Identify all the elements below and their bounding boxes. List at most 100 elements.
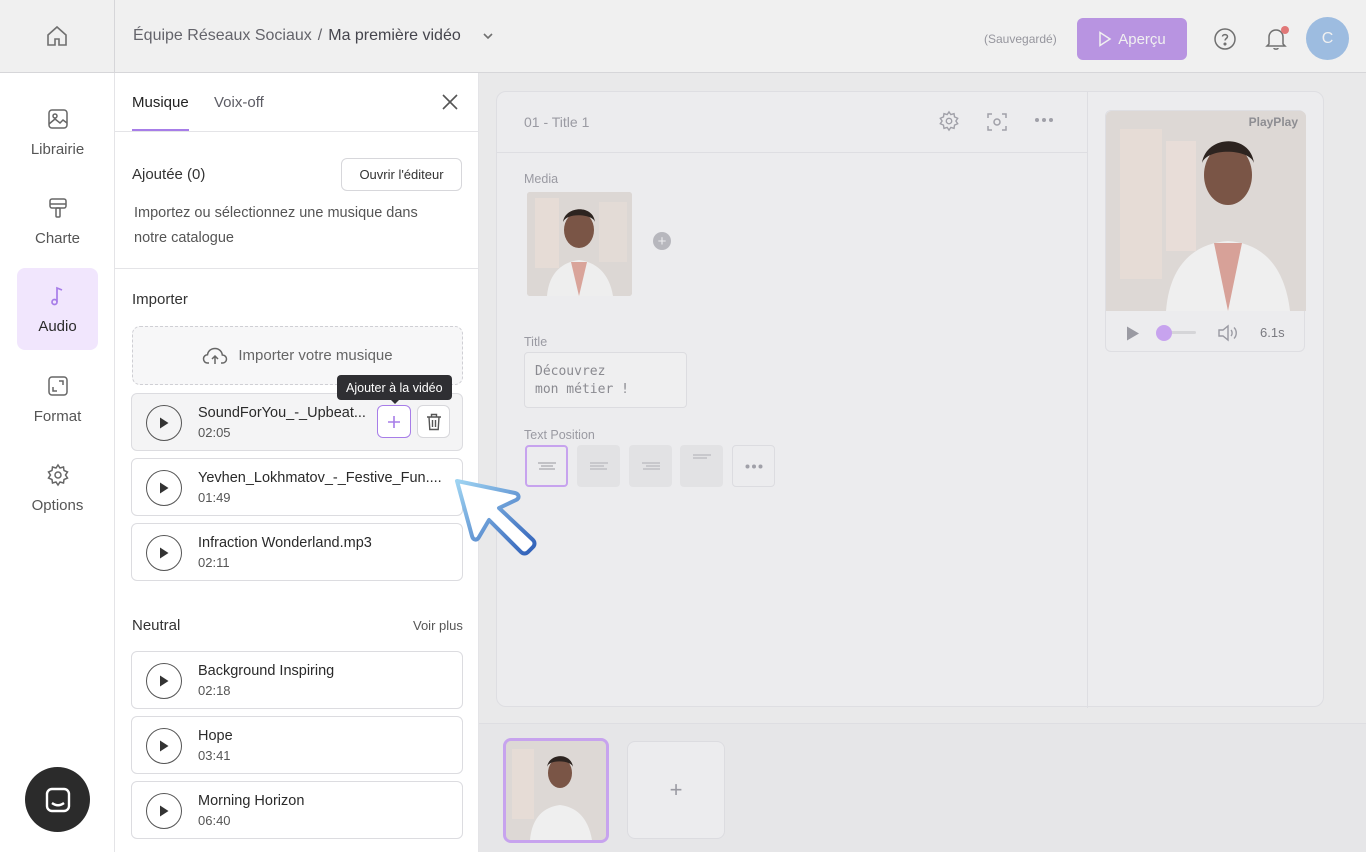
- imported-track[interactable]: Infraction Wonderland.mp3 02:11: [131, 523, 463, 581]
- rail-item-options[interactable]: Options: [17, 447, 98, 529]
- chat-icon: [45, 787, 70, 812]
- rail-item-charte[interactable]: Charte: [17, 180, 98, 262]
- preview-label: Aperçu: [1118, 30, 1166, 48]
- rail-label: Audio: [38, 317, 77, 335]
- track-name: Background Inspiring: [198, 663, 335, 679]
- text-position-top[interactable]: [680, 445, 723, 487]
- imported-track[interactable]: SoundForYou_-_Upbeat... 02:05: [131, 393, 463, 451]
- align-center-icon: [537, 462, 556, 470]
- rail-label: Charte: [34, 229, 81, 247]
- add-media-button[interactable]: +: [653, 232, 671, 250]
- play-icon: [160, 417, 169, 429]
- scene-editor: 01 - Title 1 Media + Title Découvrez mon…: [479, 73, 1366, 852]
- pointer-cursor-icon: [455, 479, 537, 556]
- scene-thumbnail[interactable]: [503, 738, 609, 843]
- swap-layout-icon[interactable]: [985, 110, 1009, 134]
- tab-musique[interactable]: Musique: [132, 94, 189, 111]
- rail-label: Librairie: [30, 140, 85, 158]
- media-label: Media: [524, 172, 559, 186]
- align-right-icon: [641, 462, 660, 470]
- tooltip-add-to-video: Ajouter à la vidéo: [337, 375, 452, 400]
- play-button[interactable]: [146, 405, 182, 441]
- play-icon: [160, 675, 169, 687]
- rail-item-librairie[interactable]: Librairie: [17, 91, 98, 173]
- rail-label: Options: [31, 496, 84, 514]
- person-photo-icon: [527, 192, 632, 296]
- text-position-more[interactable]: [732, 445, 775, 487]
- divider: [1087, 92, 1088, 708]
- play-icon: [160, 805, 169, 817]
- play-button[interactable]: [146, 663, 182, 699]
- play-button[interactable]: [146, 535, 182, 571]
- panel-tabs: Musique Voix-off: [115, 73, 478, 132]
- rail-item-audio[interactable]: Audio: [17, 268, 98, 350]
- video-duration: 6.1s: [1260, 325, 1285, 340]
- support-chat-button[interactable]: [25, 767, 90, 832]
- catalog-track[interactable]: Hope 03:41: [131, 716, 463, 774]
- preview-button[interactable]: Aperçu: [1077, 18, 1187, 60]
- scene-title[interactable]: 01 - Title 1: [524, 114, 589, 130]
- media-thumbnail[interactable]: [527, 192, 632, 296]
- align-top-icon: [692, 454, 711, 459]
- trash-icon: [426, 413, 441, 430]
- notification-dot: [1281, 26, 1289, 34]
- track-duration: 02:05: [198, 425, 231, 440]
- divider: [115, 268, 478, 269]
- delete-track-button[interactable]: [417, 405, 450, 438]
- save-status: (Sauvegardé): [984, 32, 1057, 46]
- play-icon: [160, 482, 169, 494]
- play-icon[interactable]: [1126, 326, 1140, 341]
- breadcrumb[interactable]: Équipe Réseaux Sociaux / Ma première vid…: [133, 27, 495, 45]
- home-button[interactable]: [0, 0, 115, 73]
- title-field-label: Title: [524, 335, 548, 349]
- image-icon: [47, 108, 68, 129]
- help-icon[interactable]: [1213, 27, 1237, 51]
- breadcrumb-separator: /: [317, 27, 323, 44]
- track-name: SoundForYou_-_Upbeat...: [198, 405, 366, 421]
- text-position-left[interactable]: [577, 445, 620, 487]
- track-duration: 02:11: [198, 555, 230, 570]
- track-name: Hope: [198, 728, 233, 744]
- preview-frame: PlayPlay: [1106, 111, 1306, 311]
- volume-icon[interactable]: [1217, 324, 1239, 342]
- tab-voix-off[interactable]: Voix-off: [214, 94, 264, 111]
- added-section-title: Ajoutée (0): [132, 166, 206, 183]
- catalog-track[interactable]: Morning Horizon 06:40: [131, 781, 463, 839]
- align-left-icon: [589, 462, 608, 470]
- play-button[interactable]: [146, 793, 182, 829]
- catalog-track[interactable]: Background Inspiring 02:18: [131, 651, 463, 709]
- resize-icon: [47, 375, 68, 396]
- imported-track[interactable]: Yevhen_Lokhmatov_-_Festive_Fun.... 01:49: [131, 458, 463, 516]
- chevron-down-icon[interactable]: [481, 29, 495, 43]
- track-name: Yevhen_Lokhmatov_-_Festive_Fun....: [198, 470, 442, 486]
- add-to-video-button[interactable]: [377, 405, 411, 438]
- track-duration: 02:18: [198, 683, 231, 698]
- tooltip-arrow: [390, 399, 400, 404]
- divider: [497, 152, 1087, 153]
- gear-icon[interactable]: [938, 110, 960, 132]
- home-icon: [47, 25, 67, 46]
- scene-timeline: +: [479, 723, 1366, 852]
- plus-icon: [388, 415, 400, 428]
- play-button[interactable]: [146, 728, 182, 764]
- breadcrumb-video-title[interactable]: Ma première vidéo: [328, 27, 461, 45]
- rail-label: Format: [33, 407, 82, 425]
- more-icon[interactable]: [1034, 117, 1054, 123]
- progress-handle[interactable]: [1156, 325, 1172, 341]
- dropzone-label: Importer votre musique: [238, 347, 393, 364]
- avatar[interactable]: C: [1306, 17, 1349, 60]
- rail-item-format[interactable]: Format: [17, 358, 98, 440]
- add-scene-button[interactable]: +: [627, 741, 725, 839]
- play-outline-icon: [1099, 31, 1112, 47]
- text-position-right[interactable]: [629, 445, 672, 487]
- scene-card: 01 - Title 1 Media + Title Découvrez mon…: [496, 91, 1324, 708]
- breadcrumb-team[interactable]: Équipe Réseaux Sociaux: [133, 27, 312, 45]
- see-more-link[interactable]: Voir plus: [413, 618, 463, 633]
- play-button[interactable]: [146, 470, 182, 506]
- close-icon[interactable]: [440, 92, 460, 112]
- title-text-field[interactable]: Découvrez mon métier !: [524, 352, 687, 408]
- paint-roller-icon: [48, 197, 67, 218]
- active-tab-indicator: [132, 129, 189, 131]
- play-icon: [160, 547, 169, 559]
- open-editor-button[interactable]: Ouvrir l'éditeur: [341, 158, 462, 191]
